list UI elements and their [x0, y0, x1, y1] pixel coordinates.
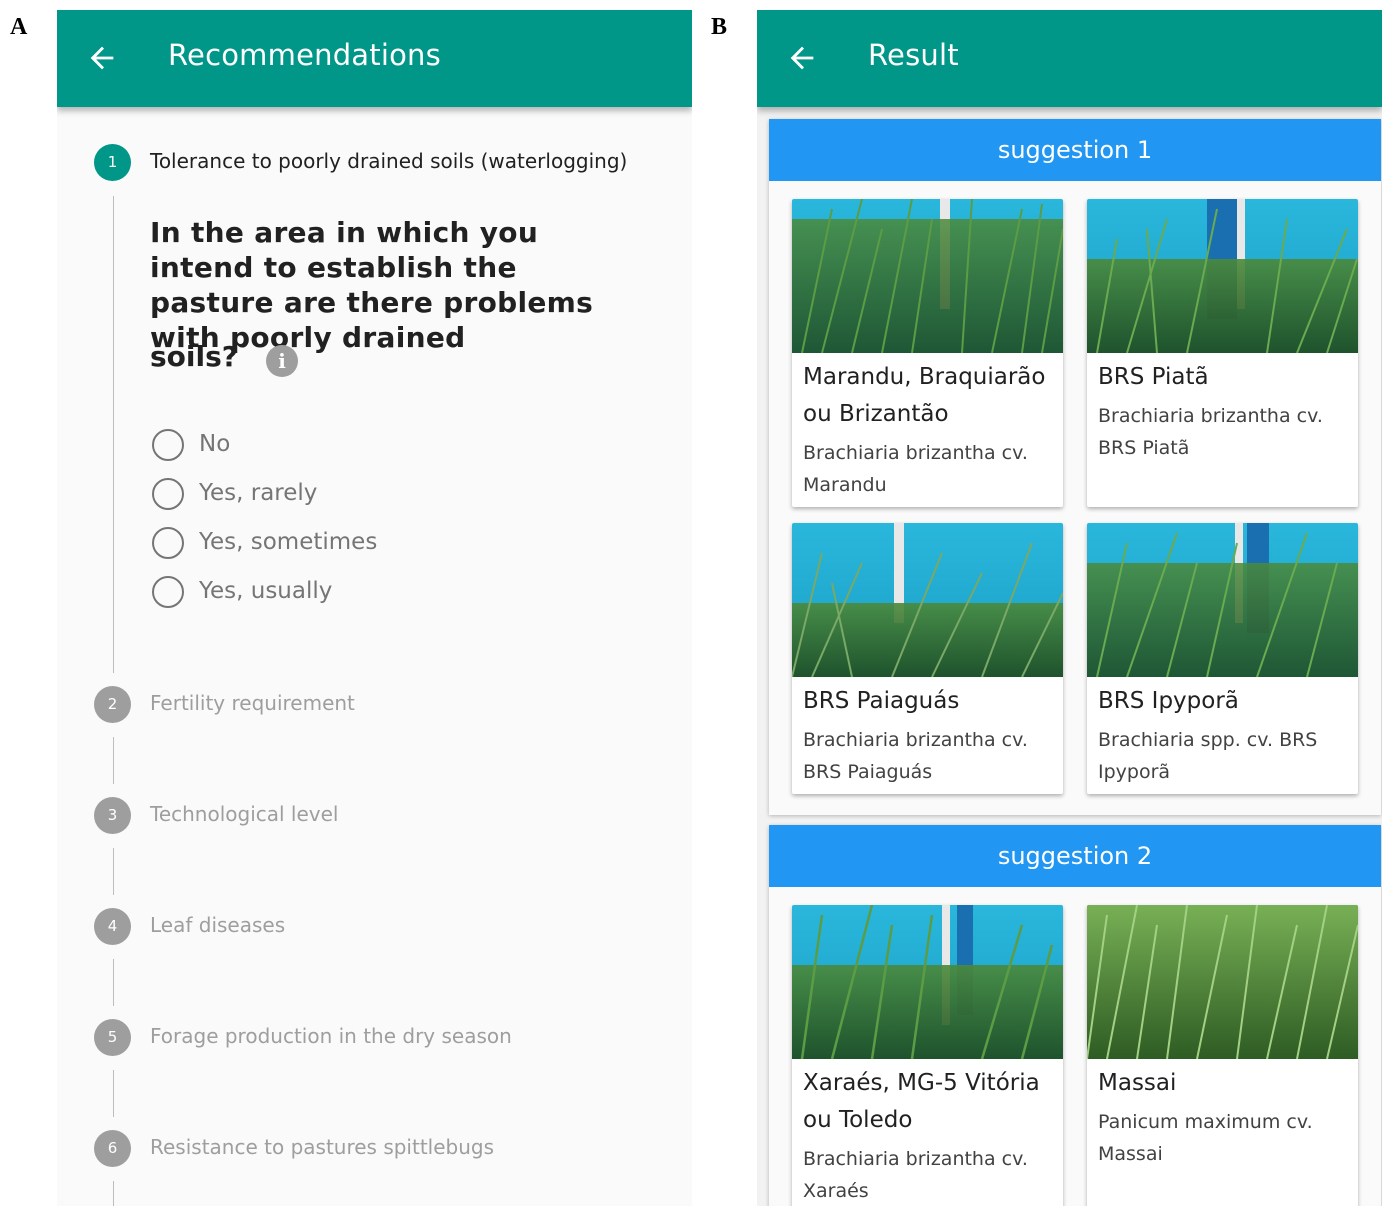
step-connector	[113, 959, 114, 1006]
radio-button[interactable]	[152, 576, 184, 608]
page-title: Recommendations	[168, 38, 441, 72]
cultivar-species: Brachiaria brizantha cv. BRS Piatã	[1098, 405, 1323, 459]
radio-button[interactable]	[152, 478, 184, 510]
grass-photo	[1087, 523, 1358, 677]
cultivar-card[interactable]: Xaraés, MG-5 Vitória ou Toledo Brachiari…	[792, 905, 1063, 1206]
cultivar-species: Brachiaria brizantha cv. Xaraés	[803, 1148, 1028, 1202]
cultivar-species: Brachiaria brizantha cv. Marandu	[803, 442, 1028, 496]
cultivar-species: Panicum maximum cv. Massai	[1098, 1111, 1313, 1165]
radio-label[interactable]: No	[199, 431, 230, 457]
step-connector	[113, 737, 114, 784]
step-6-title[interactable]: Resistance to pastures spittlebugs	[150, 1135, 494, 1159]
app-bar: Recommendations	[57, 10, 692, 107]
radio-button[interactable]	[152, 429, 184, 461]
cultivar-name: BRS Ipyporã	[1098, 688, 1239, 714]
suggestion-panel: suggestion 2 Xaraés, MG-5 Vitória ou Tol…	[769, 825, 1381, 1206]
grass-photo	[1087, 199, 1358, 353]
recommendations-screen: Recommendations 1 Tolerance to poorly dr…	[57, 10, 692, 1206]
step-4-title[interactable]: Leaf diseases	[150, 913, 285, 937]
app-bar: Result	[757, 10, 1382, 107]
step-5-title[interactable]: Forage production in the dry season	[150, 1024, 512, 1048]
step-1-title[interactable]: Tolerance to poorly drained soils (water…	[150, 149, 627, 173]
grass-photo	[792, 905, 1063, 1059]
suggestion-header: suggestion 2	[769, 825, 1381, 887]
panel-label-b: B	[711, 14, 728, 40]
grass-photo	[792, 199, 1063, 353]
question-text: In the area in which you intend to estab…	[150, 216, 594, 354]
suggestion-header: suggestion 1	[769, 119, 1381, 181]
result-screen: Result suggestion 1 Marandu, Braquiarão …	[757, 10, 1382, 1206]
question-text-end: soils?	[150, 340, 239, 373]
cultivar-species: Brachiaria brizantha cv. BRS Paiaguás	[803, 729, 1028, 783]
radio-label[interactable]: Yes, rarely	[199, 480, 317, 506]
panel-label-a: A	[10, 14, 28, 40]
step-3-title[interactable]: Technological level	[150, 802, 338, 826]
step-6-number[interactable]: 6	[94, 1130, 131, 1167]
cultivar-species: Brachiaria spp. cv. BRS Ipyporã	[1098, 729, 1318, 783]
step-3-number[interactable]: 3	[94, 797, 131, 834]
cultivar-card[interactable]: BRS Ipyporã Brachiaria spp. cv. BRS Ipyp…	[1087, 523, 1358, 794]
radio-label[interactable]: Yes, usually	[199, 578, 332, 604]
cultivar-name: BRS Piatã	[1098, 364, 1209, 390]
cultivar-card[interactable]: Massai Panicum maximum cv. Massai	[1087, 905, 1358, 1206]
step-connector	[113, 196, 114, 673]
suggestion-panel: suggestion 1 Marandu, Braquiarão ou Briz…	[769, 119, 1381, 815]
cultivar-name: Marandu, Braquiarão ou Brizantão	[803, 364, 1046, 427]
arrow-back-icon[interactable]	[785, 40, 819, 76]
step-2-title[interactable]: Fertility requirement	[150, 691, 355, 715]
arrow-back-icon[interactable]	[85, 40, 119, 76]
cultivar-name: Xaraés, MG-5 Vitória ou Toledo	[803, 1070, 1040, 1133]
cultivar-card[interactable]: Marandu, Braquiarão ou Brizantão Brachia…	[792, 199, 1063, 507]
page-title: Result	[868, 38, 959, 72]
step-connector	[113, 1181, 114, 1206]
cultivar-name: Massai	[1098, 1070, 1177, 1096]
cultivar-card[interactable]: BRS Piatã Brachiaria brizantha cv. BRS P…	[1087, 199, 1358, 507]
cultivar-card[interactable]: BRS Paiaguás Brachiaria brizantha cv. BR…	[792, 523, 1063, 794]
step-connector	[113, 1070, 114, 1117]
info-icon[interactable]: i	[266, 345, 298, 377]
radio-button[interactable]	[152, 527, 184, 559]
step-5-number[interactable]: 5	[94, 1019, 131, 1056]
grass-photo	[792, 523, 1063, 677]
step-connector	[113, 848, 114, 895]
step-4-number[interactable]: 4	[94, 908, 131, 945]
grass-photo	[1087, 905, 1358, 1059]
radio-label[interactable]: Yes, sometimes	[199, 529, 377, 555]
step-1-number[interactable]: 1	[94, 144, 131, 181]
step-2-number[interactable]: 2	[94, 686, 131, 723]
cultivar-name: BRS Paiaguás	[803, 688, 960, 714]
